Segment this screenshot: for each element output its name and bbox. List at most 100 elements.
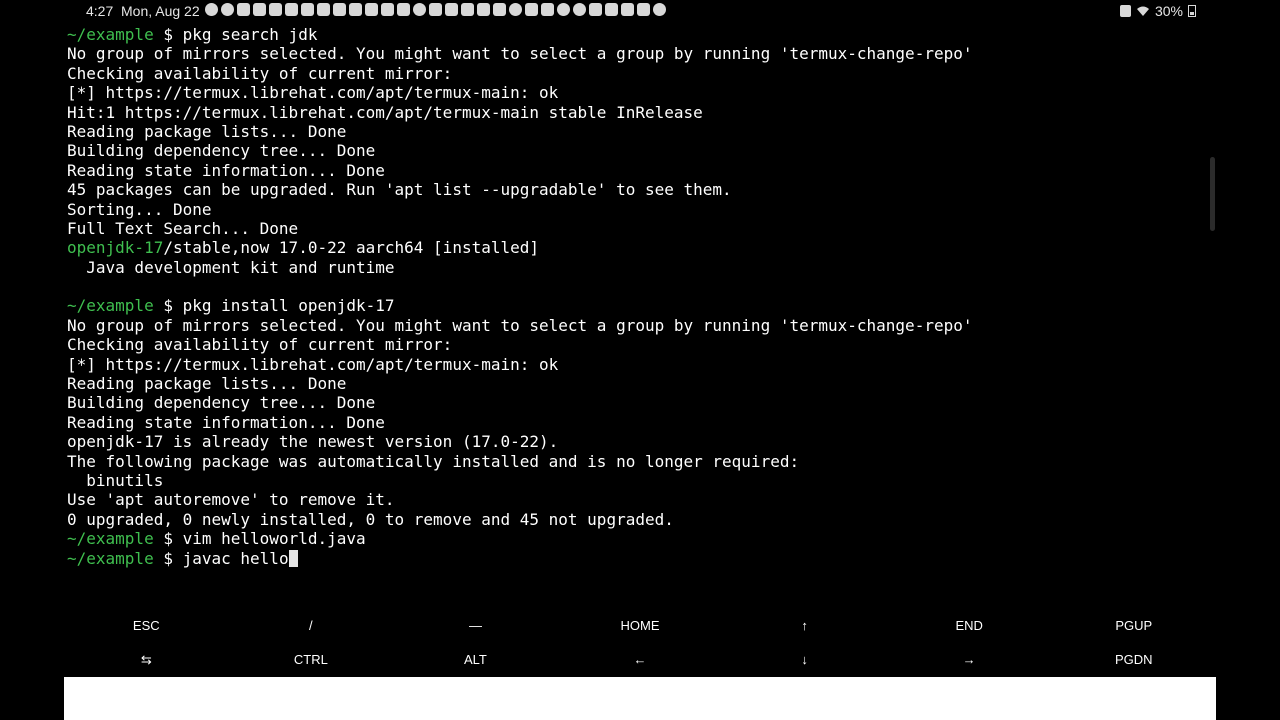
output-text: [*] https://termux.librehat.com/apt/term… <box>67 83 559 103</box>
output-text: Checking availability of current mirror: <box>67 335 453 355</box>
extra-key-row2-4[interactable]: ↓ <box>722 644 887 678</box>
youtube-icon <box>253 3 266 16</box>
screenshot-icon <box>493 3 506 16</box>
dot-icon <box>653 3 666 16</box>
extra-key-row1-1[interactable]: / <box>229 610 394 644</box>
status-time: 4:27 <box>86 3 114 19</box>
extra-key-row1-3[interactable]: HOME <box>558 610 723 644</box>
status-date: Mon, Aug 22 <box>121 3 200 19</box>
settings-icon <box>333 3 346 16</box>
wifi-icon <box>1136 6 1149 16</box>
shell-command: pkg search jdk <box>182 25 318 44</box>
status-right: 30% <box>1119 3 1196 19</box>
cloud-icon <box>413 3 426 16</box>
terminal-line: [*] https://termux.librehat.com/apt/term… <box>67 355 1207 374</box>
gmail-icon <box>397 3 410 16</box>
output-text: 0 upgraded, 0 newly installed, 0 to remo… <box>67 509 674 529</box>
terminal-line: 0 upgraded, 0 newly installed, 0 to remo… <box>67 510 1207 529</box>
extra-key-row2-2[interactable]: ALT <box>393 644 558 678</box>
extra-key-row2-6[interactable]: PGDN <box>1051 644 1216 678</box>
extra-key-row2-5[interactable]: → <box>887 644 1052 678</box>
prompt-dollar: $ <box>153 529 183 549</box>
output-text: Reading state information... Done <box>67 412 385 432</box>
dnd-icon <box>205 3 218 16</box>
shell-prompt: ~/example <box>67 529 154 549</box>
output-text: No group of mirrors selected. You might … <box>67 315 973 335</box>
output-text: Reading package lists... Done <box>67 121 347 141</box>
output-text: Java development kit and runtime <box>67 257 395 277</box>
terminal-line: Full Text Search... Done <box>67 219 1207 238</box>
terminal-output[interactable]: ~/example $ pkg search jdk No group of mi… <box>67 25 1207 595</box>
terminal-line: Hit:1 https://termux.librehat.com/apt/te… <box>67 103 1207 122</box>
output-text: Reading state information... Done <box>67 160 385 180</box>
prompt-dollar: $ <box>153 548 183 568</box>
output-text: Full Text Search... Done <box>67 218 299 238</box>
bag-icon <box>285 3 298 16</box>
battery-percent: 30% <box>1154 3 1183 19</box>
output-text: Checking availability of current mirror: <box>67 63 453 83</box>
email-icon <box>301 3 314 16</box>
extra-key-row1-0[interactable]: ESC <box>64 610 229 644</box>
terminal-icon <box>637 3 650 16</box>
status-bar: 4:27 Mon, Aug 22 30% <box>0 0 1280 22</box>
output-text: The following package was automatically … <box>67 451 800 471</box>
terminal-line: Building dependency tree... Done <box>67 393 1207 412</box>
extra-keys-row-2: ⇆ CTRL ALT ← ↓ → PGDN <box>64 644 1216 678</box>
terminal-line: ~/example $ pkg search jdk <box>67 25 1207 44</box>
settings-icon <box>605 3 618 16</box>
output-text: Building dependency tree... Done <box>67 393 376 413</box>
terminal-line: 45 packages can be upgraded. Run 'apt li… <box>67 180 1207 199</box>
terminal-line: binutils <box>67 471 1207 490</box>
app-icon <box>541 3 554 16</box>
tools-icon <box>621 3 634 16</box>
output-text: Building dependency tree... Done <box>67 141 376 161</box>
app-icon <box>525 3 538 16</box>
extra-key-row1-5[interactable]: END <box>887 610 1052 644</box>
output-text: No group of mirrors selected. You might … <box>67 44 973 64</box>
prompt-dollar: $ <box>153 25 183 44</box>
terminal-line: Reading state information... Done <box>67 161 1207 180</box>
youtube-icon <box>237 3 250 16</box>
extra-key-row1-4[interactable]: ↑ <box>722 610 887 644</box>
browser-icon <box>557 3 570 16</box>
extra-key-row2-1[interactable]: CTRL <box>229 644 394 678</box>
shell-command: pkg install openjdk-17 <box>182 296 395 316</box>
terminal-line: Reading package lists... Done <box>67 122 1207 141</box>
settings-icon <box>349 3 362 16</box>
terminal-line: ~/example $ pkg install openjdk-17 <box>67 296 1207 315</box>
terminal-scrollbar[interactable] <box>1210 157 1215 231</box>
shell-command: vim helloworld.java <box>182 529 366 549</box>
extra-key-row2-0[interactable]: ⇆ <box>64 644 229 678</box>
output-text: Sorting... Done <box>67 199 212 219</box>
text-cursor <box>288 549 298 567</box>
terminal-line: Reading state information... Done <box>67 413 1207 432</box>
terminal-line: Sorting... Done <box>67 200 1207 219</box>
terminal-line: ~/example $ vim helloworld.java <box>67 529 1207 548</box>
terminal-line: Reading package lists... Done <box>67 374 1207 393</box>
output-text: Hit:1 https://termux.librehat.com/apt/te… <box>67 102 703 122</box>
extra-keys-bar: ESC / — HOME ↑ END PGUP ⇆ CTRL ALT ← ↓ → PGDN <box>64 610 1216 677</box>
prompt-dollar: $ <box>153 296 183 316</box>
shell-prompt: ~/example <box>67 548 154 568</box>
notification-icons <box>205 3 666 16</box>
terminal-line: openjdk-17 is already the newest version… <box>67 432 1207 451</box>
output-text: Reading package lists... Done <box>67 374 347 394</box>
extra-key-row2-3[interactable]: ← <box>558 644 723 678</box>
keyboard-panel[interactable] <box>64 677 1216 720</box>
terminal-line: No group of mirrors selected. You might … <box>67 316 1207 335</box>
terminal-line: Use 'apt autoremove' to remove it. <box>67 490 1207 509</box>
package-name: openjdk-17 <box>67 238 164 258</box>
extra-key-row1-6[interactable]: PGUP <box>1051 610 1216 644</box>
mail-icon <box>317 3 330 16</box>
app-icon <box>573 3 586 16</box>
extra-keys-row-1: ESC / — HOME ↑ END PGUP <box>64 610 1216 644</box>
notification-app-icon <box>221 3 234 16</box>
extra-key-row1-2[interactable]: — <box>393 610 558 644</box>
terminal-line: No group of mirrors selected. You might … <box>67 44 1207 63</box>
shell-prompt: ~/example <box>67 296 154 316</box>
package-info: /stable,now 17.0-22 aarch64 [installed] <box>163 238 540 258</box>
terminal-line: Java development kit and runtime <box>67 258 1207 277</box>
terminal-line: Checking availability of current mirror: <box>67 335 1207 354</box>
output-text: 45 packages can be upgraded. Run 'apt li… <box>67 180 732 200</box>
